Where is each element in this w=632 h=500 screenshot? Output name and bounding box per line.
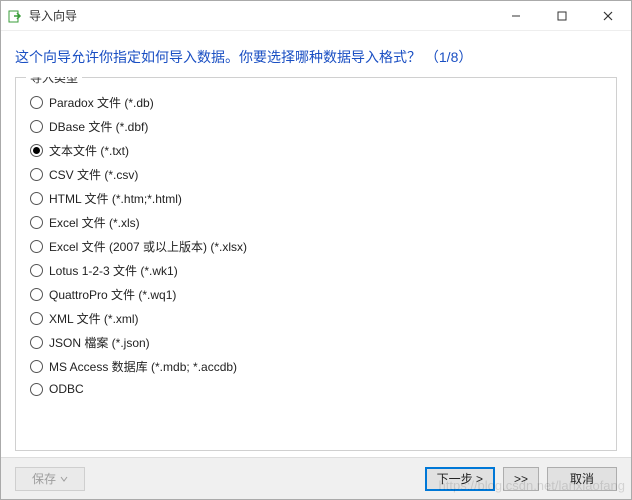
radio-label: Lotus 1-2-3 文件 (*.wk1) — [49, 262, 178, 279]
save-button-label: 保存 — [32, 470, 56, 487]
radio-label: Excel 文件 (*.xls) — [49, 214, 140, 231]
radio-icon — [30, 264, 43, 277]
radio-icon — [30, 96, 43, 109]
radio-option[interactable]: DBase 文件 (*.dbf) — [30, 118, 602, 135]
radio-icon — [30, 312, 43, 325]
radio-option[interactable]: Excel 文件 (2007 或以上版本) (*.xlsx) — [30, 238, 602, 255]
radio-icon — [30, 144, 43, 157]
group-legend: 导入类型 — [26, 77, 82, 86]
save-button[interactable]: 保存 — [15, 467, 85, 491]
maximize-button[interactable] — [539, 1, 585, 31]
radio-icon — [30, 288, 43, 301]
radio-label: HTML 文件 (*.htm;*.html) — [49, 190, 182, 207]
radio-label: DBase 文件 (*.dbf) — [49, 118, 148, 135]
cancel-button[interactable]: 取消 — [547, 467, 617, 491]
wizard-prompt: 这个向导允许你指定如何导入数据。你要选择哪种数据导入格式？ （1/8） — [15, 47, 617, 67]
radio-option[interactable]: 文本文件 (*.txt) — [30, 142, 602, 159]
radio-label: CSV 文件 (*.csv) — [49, 166, 138, 183]
radio-option[interactable]: Lotus 1-2-3 文件 (*.wk1) — [30, 262, 602, 279]
skip-forward-button[interactable]: >> — [503, 467, 539, 491]
radio-option[interactable]: Paradox 文件 (*.db) — [30, 94, 602, 111]
radio-label: 文本文件 (*.txt) — [49, 142, 129, 159]
radio-list: Paradox 文件 (*.db) DBase 文件 (*.dbf) 文本文件 (*… — [30, 94, 602, 396]
app-icon — [7, 8, 23, 24]
radio-label: ODBC — [49, 382, 84, 396]
radio-icon — [30, 240, 43, 253]
wizard-footer: 保存 下一步 > >> 取消 — [1, 457, 631, 499]
dropdown-icon — [60, 472, 68, 486]
radio-icon — [30, 192, 43, 205]
close-button[interactable] — [585, 1, 631, 31]
radio-option[interactable]: QuattroPro 文件 (*.wq1) — [30, 286, 602, 303]
titlebar: 导入向导 — [1, 1, 631, 31]
radio-label: MS Access 数据库 (*.mdb; *.accdb) — [49, 358, 237, 375]
wizard-header: 这个向导允许你指定如何导入数据。你要选择哪种数据导入格式？ （1/8） — [1, 31, 631, 77]
wizard-content: 导入类型 Paradox 文件 (*.db) DBase 文件 (*.dbf) 文本… — [1, 77, 631, 457]
radio-label: JSON 檔案 (*.json) — [49, 334, 150, 351]
radio-label: Excel 文件 (2007 或以上版本) (*.xlsx) — [49, 238, 247, 255]
radio-option[interactable]: HTML 文件 (*.htm;*.html) — [30, 190, 602, 207]
import-type-group: 导入类型 Paradox 文件 (*.db) DBase 文件 (*.dbf) 文本… — [15, 77, 617, 451]
radio-label: XML 文件 (*.xml) — [49, 310, 139, 327]
radio-icon — [30, 168, 43, 181]
radio-icon — [30, 216, 43, 229]
radio-icon — [30, 120, 43, 133]
radio-option[interactable]: JSON 檔案 (*.json) — [30, 334, 602, 351]
radio-option[interactable]: ODBC — [30, 382, 602, 396]
radio-icon — [30, 360, 43, 373]
minimize-button[interactable] — [493, 1, 539, 31]
radio-option[interactable]: MS Access 数据库 (*.mdb; *.accdb) — [30, 358, 602, 375]
radio-icon — [30, 336, 43, 349]
next-button[interactable]: 下一步 > — [425, 467, 495, 491]
radio-label: QuattroPro 文件 (*.wq1) — [49, 286, 176, 303]
window-title: 导入向导 — [29, 7, 77, 24]
radio-option[interactable]: Excel 文件 (*.xls) — [30, 214, 602, 231]
radio-option[interactable]: XML 文件 (*.xml) — [30, 310, 602, 327]
wizard-window: 导入向导 这个向导允许你指定如何导入数据。你要选择哪种数据导入格式？ （1/8）… — [0, 0, 632, 500]
radio-option[interactable]: CSV 文件 (*.csv) — [30, 166, 602, 183]
radio-icon — [30, 383, 43, 396]
radio-label: Paradox 文件 (*.db) — [49, 94, 154, 111]
